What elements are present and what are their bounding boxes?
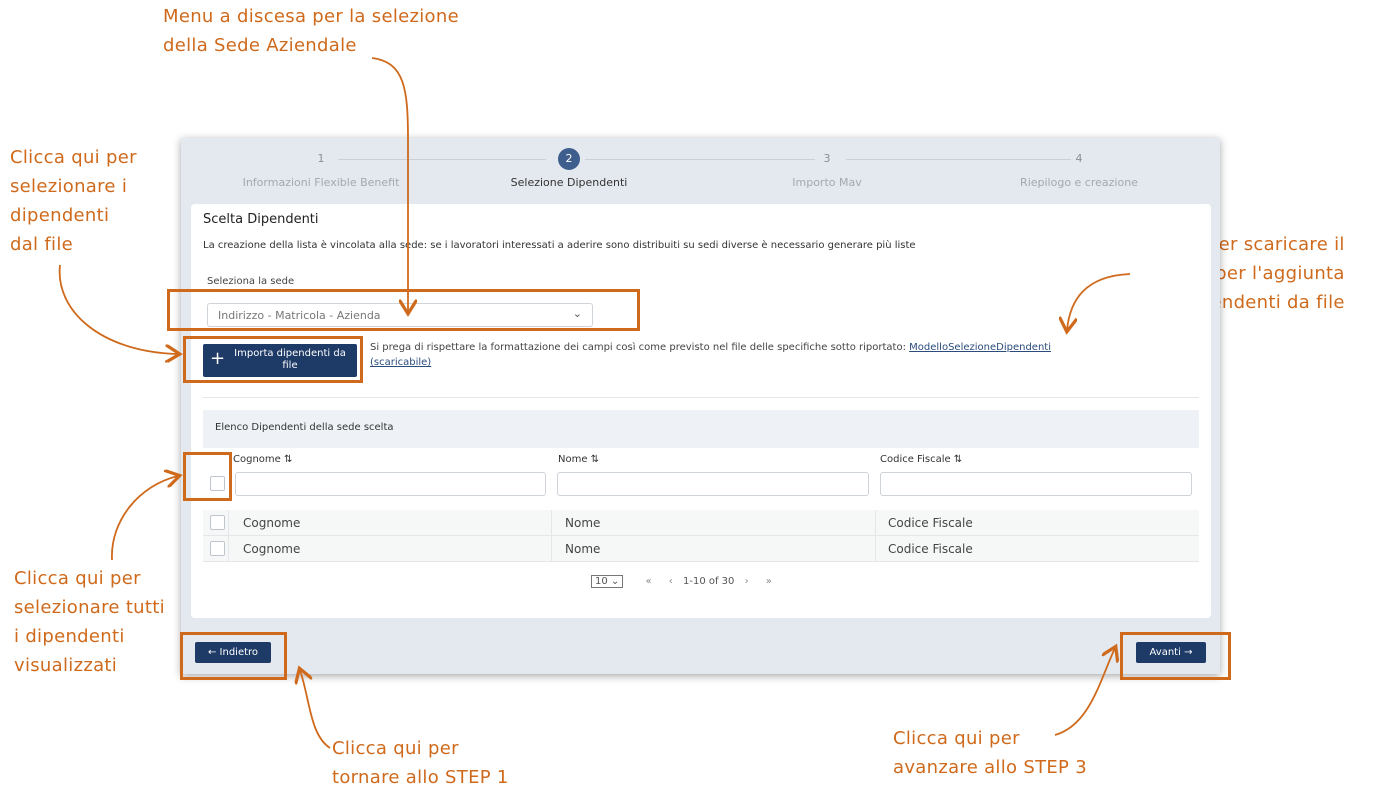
- arrow-next: [1054, 648, 1115, 736]
- arrow-dropdown: [371, 57, 408, 312]
- arrow-back: [300, 670, 331, 749]
- arrow-import: [58, 264, 178, 354]
- arrow-model-link: [1067, 273, 1131, 330]
- arrow-select-all: [111, 476, 178, 561]
- annotation-arrows: [58, 57, 1131, 749]
